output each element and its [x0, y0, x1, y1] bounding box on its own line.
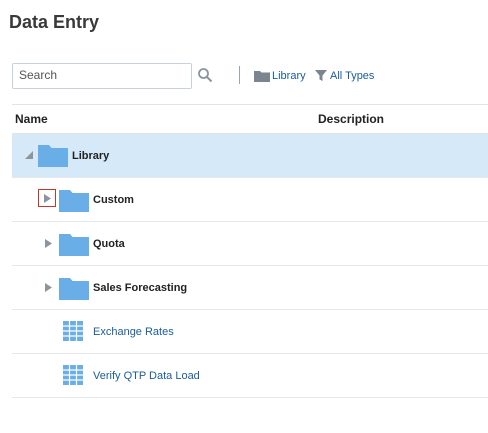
library-link-label: Library — [272, 70, 306, 82]
toolbar: Library All Types — [12, 63, 482, 89]
table-header: Name Description — [12, 104, 488, 134]
filter-link-label: All Types — [330, 70, 375, 82]
library-link[interactable]: Library — [254, 68, 306, 84]
table-row[interactable]: Custom — [12, 178, 488, 222]
grid-icon — [63, 365, 83, 385]
search-input[interactable] — [13, 64, 187, 86]
table-row[interactable]: Sales Forecasting — [12, 266, 488, 310]
collapse-icon[interactable] — [22, 148, 36, 162]
grid-icon — [63, 321, 83, 341]
table-row[interactable]: Library — [12, 134, 488, 178]
row-label[interactable]: Verify QTP Data Load — [93, 370, 200, 382]
folder-icon — [59, 234, 89, 256]
filter-link[interactable]: All Types — [315, 68, 374, 84]
expand-icon[interactable] — [41, 280, 55, 294]
table-row[interactable]: Quota — [12, 222, 488, 266]
toolbar-separator — [239, 66, 240, 84]
row-label: Custom — [93, 194, 134, 206]
column-header-description[interactable]: Description — [318, 112, 384, 126]
row-label: Sales Forecasting — [93, 282, 188, 294]
expand-icon[interactable] — [39, 190, 55, 206]
table-row[interactable]: Verify QTP Data Load — [12, 354, 488, 398]
expand-icon[interactable] — [41, 236, 55, 250]
row-label[interactable]: Exchange Rates — [93, 326, 174, 338]
folder-icon — [38, 145, 68, 167]
library-table: Name Description Library Custom Quota Sa… — [12, 104, 488, 398]
page-title: Data Entry — [9, 12, 100, 32]
search-box[interactable] — [12, 63, 192, 89]
folder-icon — [59, 278, 89, 300]
search-icon[interactable] — [197, 67, 213, 83]
folder-icon — [254, 71, 270, 82]
table-row[interactable]: Exchange Rates — [12, 310, 488, 354]
row-label: Library — [72, 150, 110, 162]
column-header-name[interactable]: Name — [15, 112, 48, 126]
row-label: Quota — [93, 238, 125, 250]
filter-icon — [315, 70, 327, 81]
folder-icon — [59, 190, 89, 212]
